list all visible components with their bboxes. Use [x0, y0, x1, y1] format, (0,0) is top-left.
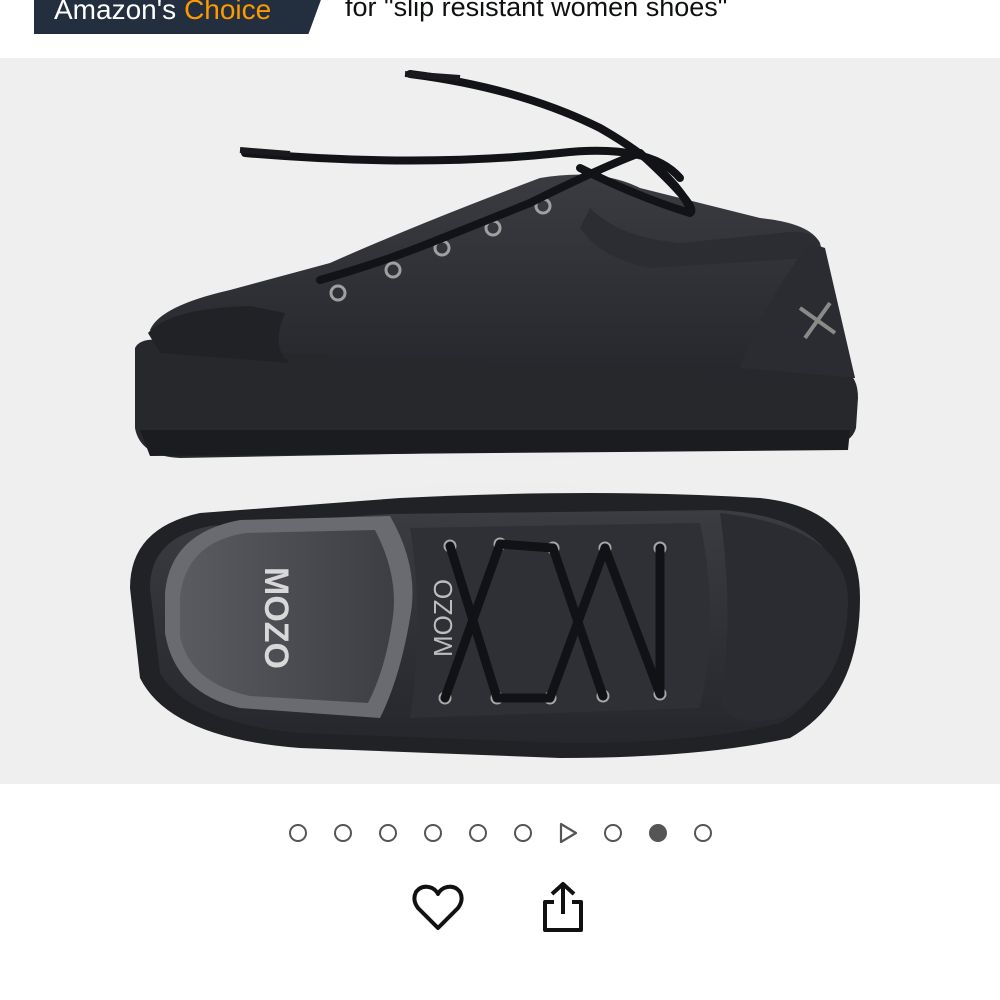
- carousel-video-indicator[interactable]: [558, 822, 578, 844]
- carousel-dot[interactable]: [423, 824, 442, 842]
- share-icon[interactable]: [538, 880, 588, 936]
- top-bar: Amazon's Choice for "slip resistant wome…: [0, 0, 1000, 58]
- carousel-dot[interactable]: [288, 824, 307, 842]
- badge-keyword-text: for "slip resistant women shoes": [345, 0, 728, 22]
- carousel-dot[interactable]: [468, 824, 487, 842]
- carousel-dot[interactable]: [513, 824, 532, 842]
- tongue-brand-text: MOZO: [428, 579, 458, 657]
- carousel-dot-active[interactable]: [648, 824, 667, 842]
- carousel-dot[interactable]: [333, 824, 352, 842]
- carousel-dot[interactable]: [378, 824, 397, 842]
- top-shoe: MOZO MOZO: [130, 493, 860, 758]
- side-shoe: [135, 70, 858, 458]
- carousel-dot[interactable]: [603, 824, 622, 842]
- badge-amazon-label: Amazon's: [54, 0, 177, 25]
- carousel-indicators: [0, 818, 1000, 848]
- product-image[interactable]: MOZO MOZO: [0, 58, 1000, 784]
- shoe-illustration: MOZO MOZO: [100, 70, 900, 768]
- carousel-dot[interactable]: [693, 824, 712, 842]
- product-actions: [0, 880, 1000, 940]
- heart-icon[interactable]: [410, 880, 466, 936]
- badge-choice-label: Choice: [184, 0, 272, 25]
- amazons-choice-badge[interactable]: Amazon's Choice: [34, 0, 326, 34]
- insole-brand-text: MOZO: [257, 567, 295, 669]
